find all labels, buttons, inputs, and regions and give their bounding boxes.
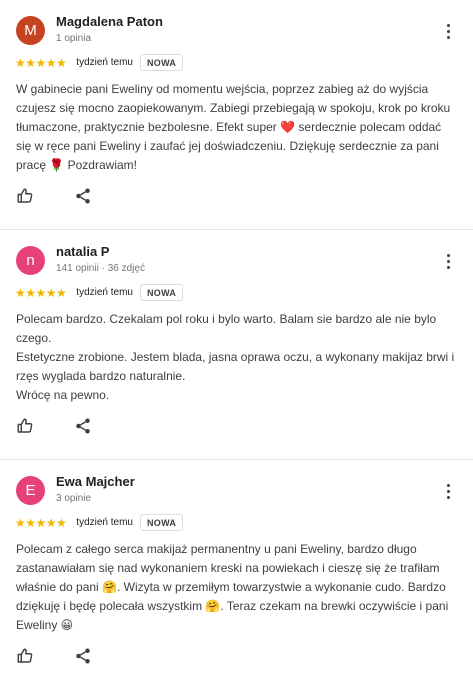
reviewer-name[interactable]: Magdalena Paton <box>56 14 163 29</box>
star-rating: ★★★★★ <box>15 55 67 70</box>
reviews-feed: M Magdalena Paton 1 opinia ★★★★★ tydzień… <box>0 0 473 690</box>
star-rating: ★★★★★ <box>15 515 67 530</box>
more-vert-icon[interactable] <box>447 484 451 500</box>
review-actions <box>16 187 92 205</box>
share-icon[interactable] <box>74 647 92 665</box>
new-badge: NOWA <box>140 54 184 71</box>
thumbs-up-icon[interactable] <box>16 187 34 205</box>
reviewer-meta: 1 opinia <box>56 33 92 44</box>
new-badge: NOWA <box>140 284 184 301</box>
review-actions <box>16 647 92 665</box>
more-vert-icon[interactable] <box>447 254 451 270</box>
review-text: W gabinecie pani Eweliny od momentu wejś… <box>16 82 451 172</box>
avatar[interactable]: E <box>16 476 45 505</box>
share-icon[interactable] <box>74 417 92 435</box>
avatar[interactable]: M <box>16 16 45 45</box>
review-text: Polecam z całego serca makijaż permanent… <box>16 542 449 632</box>
thumbs-up-icon[interactable] <box>16 417 34 435</box>
more-vert-icon[interactable] <box>447 24 451 40</box>
rating-row: ★★★★★ tydzień temu NOWA <box>15 54 184 71</box>
share-icon[interactable] <box>74 187 92 205</box>
review-time: tydzień temu <box>76 57 133 68</box>
review-card: M Magdalena Paton 1 opinia ★★★★★ tydzień… <box>0 0 473 230</box>
thumbs-up-icon[interactable] <box>16 647 34 665</box>
reviewer-name[interactable]: Ewa Majcher <box>56 474 135 489</box>
review-time: tydzień temu <box>76 287 133 298</box>
new-badge: NOWA <box>140 514 184 531</box>
avatar[interactable]: n <box>16 246 45 275</box>
review-time: tydzień temu <box>76 517 133 528</box>
review-text: Polecam bardzo. Czekalam pol roku i bylo… <box>16 312 455 402</box>
reviewer-name[interactable]: natalia P <box>56 244 109 259</box>
rating-row: ★★★★★ tydzień temu NOWA <box>15 514 184 531</box>
reviewer-meta: 141 opinii · 36 zdjęć <box>56 263 145 274</box>
star-rating: ★★★★★ <box>15 285 67 300</box>
reviewer-meta: 3 opinie <box>56 493 92 504</box>
review-card: E Ewa Majcher 3 opinie ★★★★★ tydzień tem… <box>0 460 473 690</box>
review-actions <box>16 417 92 435</box>
review-card: n natalia P 141 opinii · 36 zdjęć ★★★★★ … <box>0 230 473 460</box>
rating-row: ★★★★★ tydzień temu NOWA <box>15 284 184 301</box>
